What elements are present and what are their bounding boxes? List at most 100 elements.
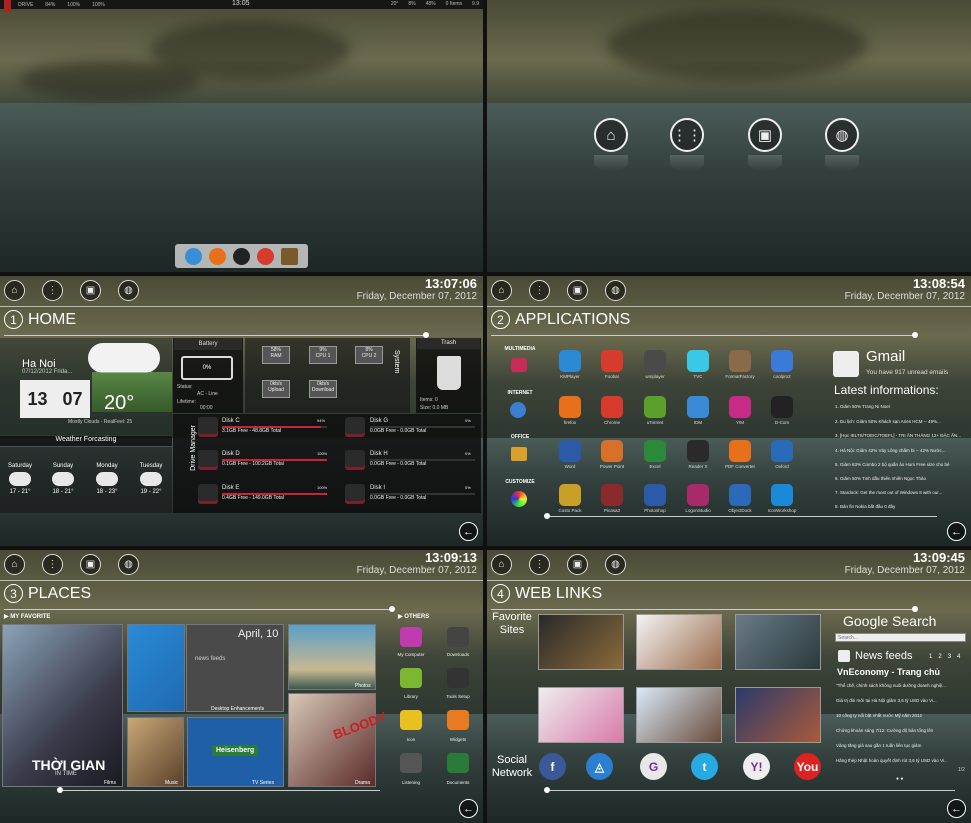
globe-icon[interactable]: ◍ bbox=[118, 280, 139, 301]
favorite-site-thumb[interactable] bbox=[538, 687, 624, 743]
foobar-icon[interactable] bbox=[601, 350, 623, 372]
category-office[interactable]: OFFICE bbox=[500, 434, 540, 440]
d-com-icon[interactable] bbox=[771, 396, 793, 418]
bottom-slider[interactable] bbox=[57, 787, 380, 793]
scroll-slider[interactable] bbox=[491, 332, 918, 338]
listening-icon[interactable] bbox=[400, 753, 422, 773]
globe-icon[interactable]: ◍ bbox=[605, 554, 626, 575]
category-internet[interactable]: INTERNET bbox=[500, 390, 540, 396]
apps-icon[interactable]: ⋮ bbox=[42, 554, 63, 575]
globe-icon[interactable]: ◍ bbox=[605, 280, 626, 301]
coolpro2-icon[interactable] bbox=[771, 350, 793, 372]
disk-row[interactable]: Disk I 0% 0.0GB Free - 0.0GB Total bbox=[370, 485, 475, 501]
music-tile[interactable] bbox=[127, 717, 184, 787]
places-icon[interactable]: ▣ bbox=[567, 280, 588, 301]
library-icon[interactable] bbox=[400, 668, 422, 688]
facebook-icon[interactable]: f bbox=[539, 753, 566, 780]
news-item[interactable]: 2. Du lịch: Giảm 50% Khách sạn Aries HCM… bbox=[835, 419, 967, 424]
favorite-site-thumb[interactable] bbox=[636, 687, 722, 743]
picasa3-icon[interactable] bbox=[601, 484, 623, 506]
back-button[interactable]: ← bbox=[459, 522, 478, 541]
back-button[interactable]: ← bbox=[947, 799, 966, 818]
objectdock-icon[interactable] bbox=[729, 484, 751, 506]
places-icon[interactable]: ▣ bbox=[80, 280, 101, 301]
power-point-icon[interactable] bbox=[601, 440, 623, 462]
places-icon[interactable]: ▣ bbox=[80, 554, 101, 575]
scroll-slider[interactable] bbox=[491, 606, 918, 612]
category-multimedia[interactable]: MULTIMEDIA bbox=[500, 346, 540, 352]
scroll-slider[interactable] bbox=[4, 332, 429, 338]
chrome-icon[interactable] bbox=[601, 396, 623, 418]
google-icon[interactable]: G bbox=[640, 753, 667, 780]
my-computer-icon[interactable] bbox=[400, 627, 422, 647]
photos-tile[interactable] bbox=[288, 624, 376, 690]
downloads-icon[interactable] bbox=[447, 627, 469, 647]
word-icon[interactable] bbox=[559, 440, 581, 462]
kmplayer-icon[interactable] bbox=[559, 350, 581, 372]
y-m-icon[interactable] bbox=[729, 396, 751, 418]
gmail-icon[interactable] bbox=[833, 351, 859, 377]
disk-icon[interactable] bbox=[198, 484, 218, 504]
alien-icon[interactable] bbox=[232, 247, 250, 265]
disk-row[interactable]: Disk H 0% 0.0GB Free - 0.0GB Total bbox=[370, 451, 475, 467]
news-item[interactable]: Hãng thép Nhật hoàn quyết định rút 3,6 t… bbox=[836, 758, 966, 763]
news-item[interactable]: 7. Stardock: Get the most out of Windows… bbox=[835, 490, 967, 495]
documents-icon[interactable] bbox=[447, 753, 469, 773]
home-icon[interactable]: ⌂ bbox=[4, 554, 25, 575]
apps-icon[interactable]: ⋮⋮ bbox=[670, 118, 704, 152]
disk-row[interactable]: Disk C 94% 3.1GB Free - 48.8GB Total bbox=[222, 418, 327, 434]
favorite-site-thumb[interactable] bbox=[735, 687, 821, 743]
disk-icon[interactable] bbox=[345, 417, 365, 437]
trash-icon[interactable] bbox=[437, 356, 461, 390]
disk-icon[interactable] bbox=[198, 450, 218, 470]
globe-icon[interactable]: ◍ bbox=[825, 118, 859, 152]
news-item[interactable]: Giá trị đòi mới tại Hà Nội giảm 3,6 tỷ U… bbox=[836, 698, 966, 703]
news-item[interactable]: 4. Hà Nội: Giảm 42% Váy Lông chấm bi -- … bbox=[835, 448, 967, 453]
news-item[interactable]: 1. Giảm 50% Trang Ni Noel bbox=[835, 404, 967, 409]
back-button[interactable]: ← bbox=[947, 522, 966, 541]
excel-icon[interactable] bbox=[644, 440, 666, 462]
custo-pack-icon[interactable] bbox=[559, 484, 581, 506]
places-icon[interactable]: ▣ bbox=[567, 554, 588, 575]
news-source[interactable]: VnEconomy - Trang chủ bbox=[837, 667, 940, 677]
favorite-site-thumb[interactable] bbox=[735, 614, 821, 670]
wmplayer-icon[interactable] bbox=[644, 350, 666, 372]
news-item[interactable]: Vàng tăng giá sau gần 1 tuần liên tục gi… bbox=[836, 743, 966, 748]
globe-icon[interactable]: ◍ bbox=[118, 554, 139, 575]
folder-icon[interactable] bbox=[281, 247, 299, 265]
news-item[interactable]: 10 công ty nổi bật nhất nước Mỹ năm 2012 bbox=[836, 713, 966, 718]
disk-icon[interactable] bbox=[345, 450, 365, 470]
favorite-site-thumb[interactable] bbox=[636, 614, 722, 670]
apps-icon[interactable]: ⋮ bbox=[529, 554, 550, 575]
delicious-icon[interactable]: ◬ bbox=[586, 753, 613, 780]
news-item[interactable]: Chứng khoán sáng 7/12: Cường độ bán tổng… bbox=[836, 728, 966, 733]
disk-icon[interactable] bbox=[345, 484, 365, 504]
reader-x-icon[interactable] bbox=[687, 440, 709, 462]
itunes-icon[interactable] bbox=[184, 247, 202, 265]
news-item[interactable]: 6. Giảm 50% Tinh dầu thiên nhiên Ngọc Th… bbox=[835, 476, 967, 481]
tvc-icon[interactable] bbox=[687, 350, 709, 372]
windows-tiles[interactable] bbox=[127, 624, 185, 712]
back-button[interactable]: ← bbox=[459, 799, 478, 818]
scroll-slider[interactable] bbox=[4, 606, 395, 612]
iconworkshop-icon[interactable] bbox=[771, 484, 793, 506]
widgets-icon[interactable] bbox=[447, 710, 469, 730]
favorite-site-thumb[interactable] bbox=[538, 614, 624, 670]
places-icon[interactable]: ▣ bbox=[748, 118, 782, 152]
news-item[interactable]: 5. Giảm 63% Combo 2 bộ quần áo Hum Free … bbox=[835, 462, 967, 467]
news-item[interactable]: "Thể chế, chính sách không nuôi dưỡng do… bbox=[836, 683, 966, 688]
chrome-icon[interactable] bbox=[257, 247, 275, 265]
home-icon[interactable]: ⌂ bbox=[594, 118, 628, 152]
search-input[interactable] bbox=[835, 633, 966, 642]
pdf-converter-icon[interactable] bbox=[729, 440, 751, 462]
utorrent-icon[interactable] bbox=[644, 396, 666, 418]
disk-row[interactable]: Disk D 100% 0.1GB Free - 100.2GB Total bbox=[222, 451, 327, 467]
apps-icon[interactable]: ⋮ bbox=[529, 280, 550, 301]
youtube-icon[interactable]: You bbox=[794, 753, 821, 780]
yahoo-icon[interactable]: Y! bbox=[743, 753, 770, 780]
disk-row[interactable]: Disk G 0% 0.0GB Free - 0.0GB Total bbox=[370, 418, 475, 434]
apps-icon[interactable]: ⋮ bbox=[42, 280, 63, 301]
firefox-icon[interactable] bbox=[208, 247, 226, 265]
home-icon[interactable]: ⌂ bbox=[491, 554, 512, 575]
idm-icon[interactable] bbox=[687, 396, 709, 418]
